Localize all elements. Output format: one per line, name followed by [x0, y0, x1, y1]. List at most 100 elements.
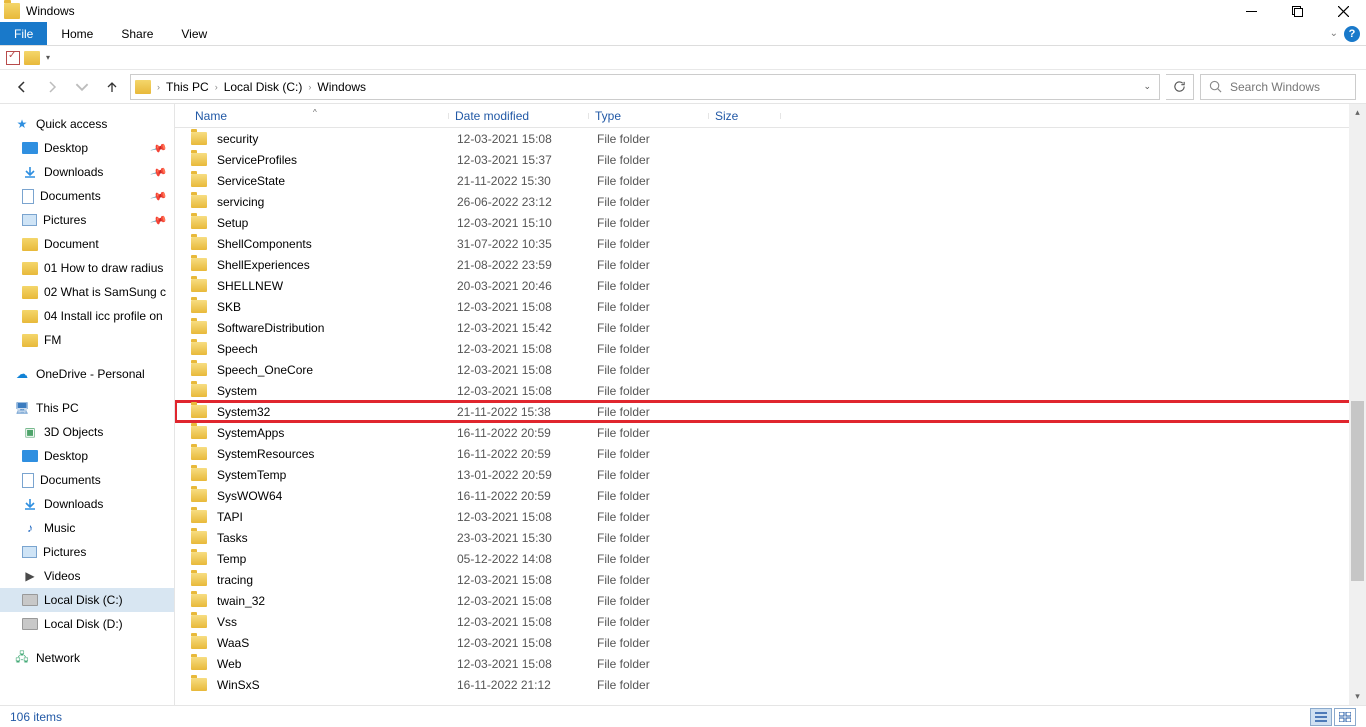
- search-input[interactable]: Search Windows: [1200, 74, 1356, 100]
- chevron-down-icon[interactable]: ⌄: [1330, 28, 1338, 39]
- crumb-local-disk-c[interactable]: Local Disk (C:): [220, 80, 307, 94]
- chevron-right-icon[interactable]: ›: [155, 82, 162, 92]
- file-row[interactable]: security12-03-2021 15:08File folder: [175, 128, 1366, 149]
- file-row[interactable]: Speech_OneCore12-03-2021 15:08File folde…: [175, 359, 1366, 380]
- file-row[interactable]: twain_3212-03-2021 15:08File folder: [175, 590, 1366, 611]
- up-button[interactable]: [100, 75, 124, 99]
- file-row[interactable]: Setup12-03-2021 15:10File folder: [175, 212, 1366, 233]
- sidebar-local-disk-d[interactable]: Local Disk (D:): [0, 612, 174, 636]
- search-placeholder: Search Windows: [1230, 80, 1320, 94]
- chevron-right-icon[interactable]: ›: [306, 82, 313, 92]
- file-row[interactable]: tracing12-03-2021 15:08File folder: [175, 569, 1366, 590]
- sidebar-quick-access[interactable]: ★Quick access: [0, 112, 174, 136]
- help-icon[interactable]: ?: [1344, 26, 1360, 42]
- sidebar-onedrive[interactable]: ☁OneDrive - Personal: [0, 362, 174, 386]
- sidebar-pictures-2[interactable]: Pictures: [0, 540, 174, 564]
- address-bar[interactable]: › This PC › Local Disk (C:) › Windows ⌄: [130, 74, 1160, 100]
- file-type: File folder: [591, 300, 711, 314]
- sidebar-network[interactable]: 🖧Network: [0, 646, 174, 670]
- scroll-up-icon[interactable]: ▴: [1349, 104, 1366, 121]
- file-row[interactable]: System12-03-2021 15:08File folder: [175, 380, 1366, 401]
- pin-icon: 📌: [150, 211, 168, 229]
- file-row[interactable]: System3221-11-2022 15:38File folder: [175, 401, 1366, 422]
- file-row[interactable]: TAPI12-03-2021 15:08File folder: [175, 506, 1366, 527]
- sidebar-music[interactable]: ♪Music: [0, 516, 174, 540]
- forward-button[interactable]: [40, 75, 64, 99]
- sidebar-desktop[interactable]: Desktop📌: [0, 136, 174, 160]
- sidebar-downloads-2[interactable]: Downloads: [0, 492, 174, 516]
- tab-home[interactable]: Home: [47, 22, 107, 45]
- properties-icon[interactable]: [6, 51, 20, 65]
- file-row[interactable]: servicing26-06-2022 23:12File folder: [175, 191, 1366, 212]
- file-row[interactable]: Web12-03-2021 15:08File folder: [175, 653, 1366, 674]
- sidebar-documents[interactable]: Documents📌: [0, 184, 174, 208]
- folder-icon: [191, 468, 207, 481]
- file-type: File folder: [591, 636, 711, 650]
- tab-share[interactable]: Share: [107, 22, 167, 45]
- sidebar-3d-objects[interactable]: ▣3D Objects: [0, 420, 174, 444]
- icons-view-button[interactable]: [1334, 708, 1356, 726]
- scroll-thumb[interactable]: [1351, 401, 1364, 581]
- sidebar-folder-fm[interactable]: FM: [0, 328, 174, 352]
- sidebar-videos[interactable]: ▶Videos: [0, 564, 174, 588]
- details-view-button[interactable]: [1310, 708, 1332, 726]
- crumb-this-pc[interactable]: This PC: [162, 80, 213, 94]
- star-icon: ★: [14, 116, 30, 132]
- sidebar-document[interactable]: Document: [0, 232, 174, 256]
- sidebar-pictures[interactable]: Pictures📌: [0, 208, 174, 232]
- tab-view[interactable]: View: [167, 22, 221, 45]
- chevron-right-icon[interactable]: ›: [213, 82, 220, 92]
- back-button[interactable]: [10, 75, 34, 99]
- file-row[interactable]: Vss12-03-2021 15:08File folder: [175, 611, 1366, 632]
- col-size[interactable]: Size: [709, 109, 781, 123]
- scroll-track[interactable]: [1349, 121, 1366, 688]
- col-type[interactable]: Type: [589, 109, 709, 123]
- col-name[interactable]: Name^: [189, 109, 449, 123]
- file-row[interactable]: SysWOW6416-11-2022 20:59File folder: [175, 485, 1366, 506]
- sidebar-local-disk-c[interactable]: Local Disk (C:): [0, 588, 174, 612]
- maximize-button[interactable]: [1274, 0, 1320, 22]
- minimize-button[interactable]: [1228, 0, 1274, 22]
- sidebar-folder-2[interactable]: 02 What is SamSung c: [0, 280, 174, 304]
- col-date[interactable]: Date modified: [449, 109, 589, 123]
- sidebar-this-pc[interactable]: 🖥This PC: [0, 396, 174, 420]
- file-row[interactable]: WinSxS16-11-2022 21:12File folder: [175, 674, 1366, 695]
- file-type: File folder: [591, 237, 711, 251]
- file-row[interactable]: Temp05-12-2022 14:08File folder: [175, 548, 1366, 569]
- tab-file[interactable]: File: [0, 22, 47, 45]
- scrollbar[interactable]: ▴ ▾: [1349, 104, 1366, 705]
- file-row[interactable]: SoftwareDistribution12-03-2021 15:42File…: [175, 317, 1366, 338]
- file-row[interactable]: Tasks23-03-2021 15:30File folder: [175, 527, 1366, 548]
- file-row[interactable]: SystemApps16-11-2022 20:59File folder: [175, 422, 1366, 443]
- file-type: File folder: [591, 489, 711, 503]
- sidebar-folder-1[interactable]: 01 How to draw radius: [0, 256, 174, 280]
- file-row[interactable]: WaaS12-03-2021 15:08File folder: [175, 632, 1366, 653]
- refresh-button[interactable]: [1166, 74, 1194, 100]
- file-row[interactable]: SKB12-03-2021 15:08File folder: [175, 296, 1366, 317]
- file-row[interactable]: ServiceProfiles12-03-2021 15:37File fold…: [175, 149, 1366, 170]
- file-date: 12-03-2021 15:08: [451, 594, 591, 608]
- crumb-windows[interactable]: Windows: [313, 80, 370, 94]
- titlebar: Windows: [0, 0, 1366, 22]
- file-date: 12-03-2021 15:37: [451, 153, 591, 167]
- sidebar-documents-2[interactable]: Documents: [0, 468, 174, 492]
- new-folder-icon[interactable]: [24, 51, 40, 65]
- sidebar-downloads[interactable]: Downloads📌: [0, 160, 174, 184]
- folder-icon: [191, 405, 207, 418]
- sidebar-desktop-2[interactable]: Desktop: [0, 444, 174, 468]
- file-row[interactable]: SHELLNEW20-03-2021 20:46File folder: [175, 275, 1366, 296]
- file-row[interactable]: ShellComponents31-07-2022 10:35File fold…: [175, 233, 1366, 254]
- folder-icon: [191, 447, 207, 460]
- scroll-down-icon[interactable]: ▾: [1349, 688, 1366, 705]
- sidebar-folder-3[interactable]: 04 Install icc profile on: [0, 304, 174, 328]
- file-row[interactable]: Speech12-03-2021 15:08File folder: [175, 338, 1366, 359]
- qat-dropdown-icon[interactable]: ▾: [46, 53, 50, 62]
- file-row[interactable]: SystemTemp13-01-2022 20:59File folder: [175, 464, 1366, 485]
- address-history-icon[interactable]: ⌄: [1143, 81, 1151, 92]
- recent-dropdown[interactable]: [70, 75, 94, 99]
- file-row[interactable]: ShellExperiences21-08-2022 23:59File fol…: [175, 254, 1366, 275]
- close-button[interactable]: [1320, 0, 1366, 22]
- folder-icon: [191, 300, 207, 313]
- file-row[interactable]: SystemResources16-11-2022 20:59File fold…: [175, 443, 1366, 464]
- file-row[interactable]: ServiceState21-11-2022 15:30File folder: [175, 170, 1366, 191]
